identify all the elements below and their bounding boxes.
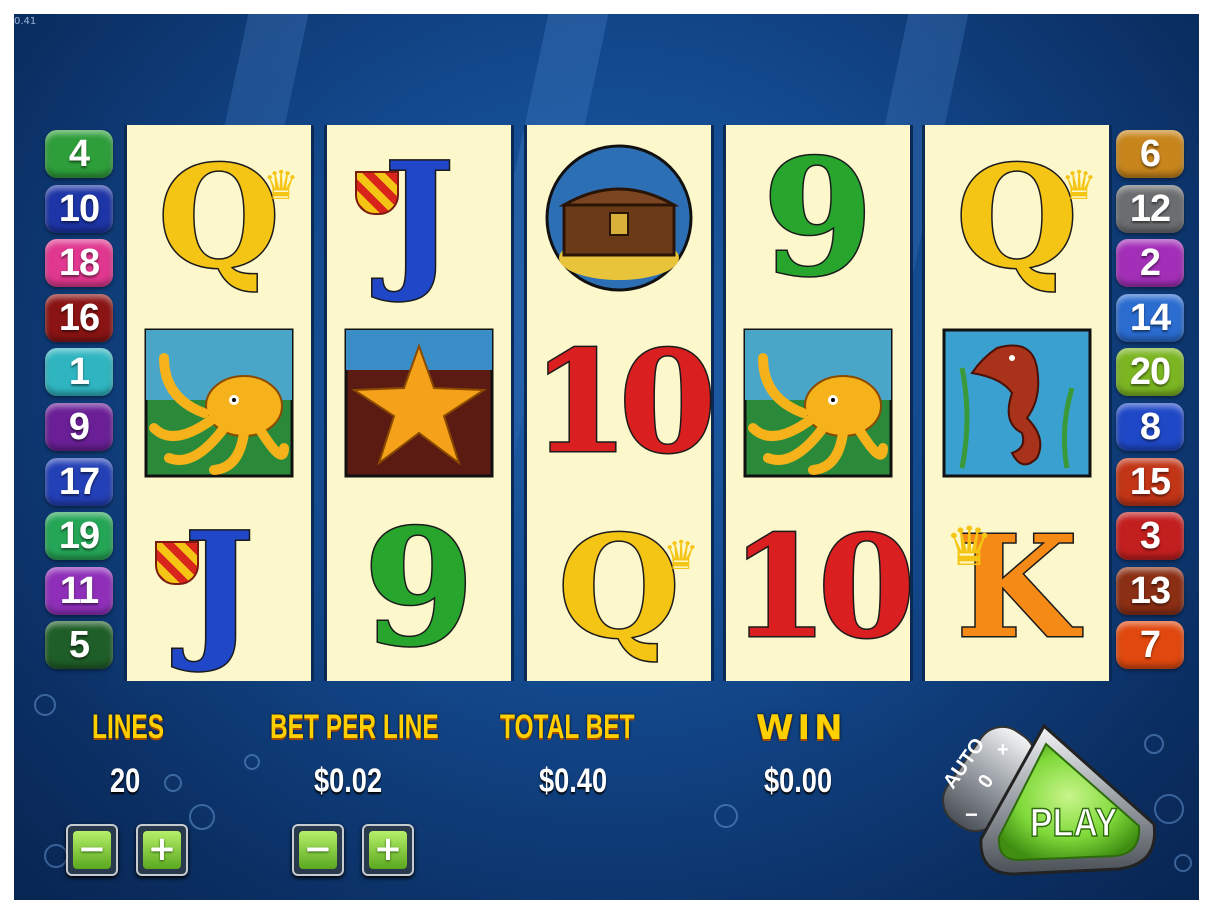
shield-icon — [155, 541, 199, 585]
reel-2: J9 — [324, 125, 514, 681]
symbol-letter: Q — [557, 505, 682, 670]
lines-value: 20 — [110, 762, 141, 800]
payline-badge-14[interactable]: 14 — [1116, 293, 1184, 342]
minus-icon: − — [299, 831, 337, 869]
payline-indicators-left: 4 10 18 16 1 9 17 19 11 5 — [45, 130, 115, 676]
symbol-ten: 10 — [527, 310, 718, 495]
crown-icon: ♛ — [663, 534, 699, 578]
symbol-king: K ♛ — [925, 495, 1109, 680]
play-label: PLAY — [1030, 799, 1118, 844]
version-label: 0.41 — [14, 16, 37, 27]
payline-badge-3[interactable]: 3 — [1116, 512, 1184, 561]
play-controls: + 0 − AUTO PLAY — [939, 723, 1157, 876]
lines-increase-button[interactable]: + — [136, 824, 188, 876]
symbol-queen: Q ♛ — [527, 495, 711, 680]
payline-badge-8[interactable]: 8 — [1116, 402, 1184, 451]
symbol-queen: Q ♛ — [925, 125, 1109, 310]
payline-badge-7[interactable]: 7 — [1116, 621, 1184, 670]
bubble — [189, 804, 215, 830]
bubble — [164, 774, 182, 792]
payline-badge-1[interactable]: 1 — [45, 348, 113, 397]
symbol-letter: 9 — [761, 123, 875, 312]
bubble — [244, 754, 260, 770]
symbol-queen: Q ♛ — [127, 125, 311, 310]
symbol-letter: Q — [955, 135, 1080, 300]
symbol-letter: J — [182, 499, 256, 676]
payline-indicators-right: 6 12 2 14 20 8 15 3 13 7 — [1116, 130, 1186, 676]
symbol-nine: 9 — [726, 125, 910, 310]
payline-badge-2[interactable]: 2 — [1116, 239, 1184, 288]
symbol-ten: 10 — [726, 495, 917, 680]
symbol-letter: 10 — [530, 320, 718, 485]
auto-minus-icon[interactable]: − — [965, 802, 978, 827]
payline-badge-6[interactable]: 6 — [1116, 130, 1184, 178]
payline-badge-20[interactable]: 20 — [1116, 348, 1184, 397]
payline-badge-16[interactable]: 16 — [45, 293, 113, 342]
payline-badge-13[interactable]: 13 — [1116, 566, 1184, 615]
symbol-letter: 9 — [362, 493, 476, 682]
auto-plus-icon[interactable]: + — [997, 739, 1009, 761]
symbol-nine: 9 — [327, 495, 511, 680]
plus-icon: + — [143, 831, 181, 869]
total-bet-value: $0.40 — [539, 762, 608, 800]
crown-icon: ♛ — [263, 164, 299, 208]
symbol-jack: J — [127, 495, 311, 680]
bubble — [1174, 854, 1192, 872]
shield-icon — [355, 171, 399, 215]
symbol-octopus — [127, 310, 311, 495]
game-screen: 0.41 4 10 18 16 1 9 17 19 11 5 6 12 2 14 20 8 15 3 13 7 Q ♛… — [14, 14, 1199, 900]
payline-badge-4[interactable]: 4 — [45, 130, 113, 178]
payline-badge-5[interactable]: 5 — [45, 621, 113, 670]
bubble — [44, 844, 68, 868]
reel-5: Q ♛ K ♛ — [922, 125, 1112, 681]
payline-badge-10[interactable]: 10 — [45, 184, 113, 233]
minus-icon: − — [73, 831, 111, 869]
bet-decrease-button[interactable]: − — [292, 824, 344, 876]
payline-badge-15[interactable]: 15 — [1116, 457, 1184, 506]
reel-3: 10 Q ♛ — [524, 125, 718, 681]
payline-badge-18[interactable]: 18 — [45, 239, 113, 288]
crown-icon: ♛ — [945, 517, 994, 577]
payline-badge-17[interactable]: 17 — [45, 457, 113, 506]
symbol-octopus — [726, 310, 910, 495]
crown-icon: ♛ — [1061, 164, 1097, 208]
win-label: WIN — [756, 708, 847, 748]
bet-per-line-value: $0.02 — [314, 762, 383, 800]
payline-badge-11[interactable]: 11 — [45, 566, 113, 615]
symbol-starfish — [327, 310, 511, 495]
symbol-letter: J — [382, 129, 456, 306]
bet-per-line-label: BET PER LINE — [270, 708, 439, 746]
payline-badge-19[interactable]: 19 — [45, 512, 113, 561]
plus-icon: + — [369, 831, 407, 869]
symbol-letter: Q — [157, 135, 282, 300]
bubble — [714, 804, 738, 828]
bet-increase-button[interactable]: + — [362, 824, 414, 876]
lines-label: LINES — [92, 708, 165, 746]
win-value: $0.00 — [764, 762, 833, 800]
symbol-seahorse — [925, 310, 1109, 495]
symbol-treasure-chest — [527, 125, 711, 310]
payline-badge-12[interactable]: 12 — [1116, 184, 1184, 233]
reel-4: 9 10 — [723, 125, 917, 681]
lines-decrease-button[interactable]: − — [66, 824, 118, 876]
bubble — [34, 694, 56, 716]
reel-1: Q ♛ J — [124, 125, 314, 681]
symbol-letter: 10 — [729, 505, 917, 670]
symbol-jack: J — [327, 125, 511, 310]
payline-badge-9[interactable]: 9 — [45, 402, 113, 451]
total-bet-label: TOTAL BET — [500, 708, 635, 746]
